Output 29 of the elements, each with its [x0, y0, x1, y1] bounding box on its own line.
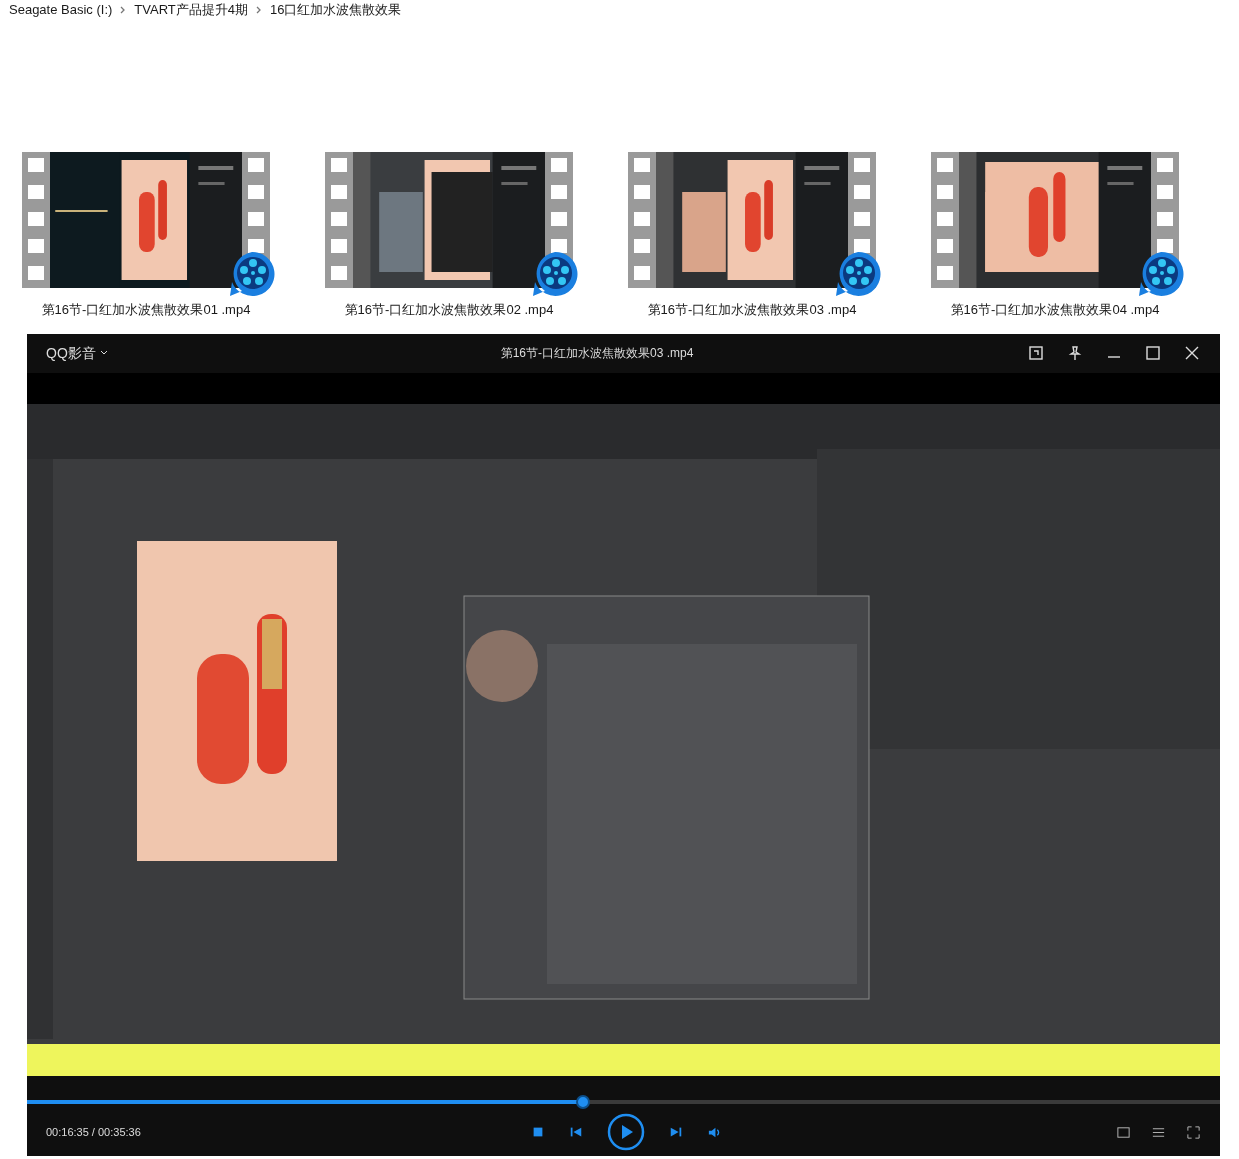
breadcrumb-item[interactable]: Seagate Basic (I:): [9, 0, 113, 20]
file-name[interactable]: 第16节-口红加水波焦散效果03 .mp4: [647, 300, 857, 320]
close-icon[interactable]: [1184, 345, 1200, 361]
play-button[interactable]: [607, 1113, 645, 1151]
maximize-icon[interactable]: [1145, 345, 1161, 361]
film-reel-icon: [228, 250, 276, 298]
stop-icon[interactable]: [531, 1125, 545, 1139]
screen-icon[interactable]: [1116, 1124, 1131, 1140]
app-menu[interactable]: QQ影音: [46, 342, 166, 364]
chevron-icon: [120, 6, 127, 14]
file-name[interactable]: 第16节-口红加水波焦散效果01 .mp4: [41, 300, 251, 320]
playback-time: 00:16:35 / 00:35:36: [46, 1124, 142, 1140]
file-name[interactable]: 第16节-口红加水波焦散效果02 .mp4: [344, 300, 554, 320]
film-reel-icon: [1137, 250, 1185, 298]
next-icon[interactable]: [669, 1125, 683, 1139]
chevron-icon: [256, 6, 262, 14]
previous-icon[interactable]: [569, 1125, 583, 1139]
progress-thumb[interactable]: [575, 1094, 590, 1109]
breadcrumb-item[interactable]: 16口红加水波焦散效果: [270, 0, 402, 20]
caret-icon: [99, 350, 108, 356]
pin-icon[interactable]: [1067, 345, 1083, 361]
file-name[interactable]: 第16节-口红加水波焦散效果04 .mp4: [950, 300, 1160, 320]
breadcrumb-item[interactable]: TVART产品提升4期: [134, 0, 248, 20]
film-reel-icon: [531, 250, 579, 298]
screenshot-icon[interactable]: [1028, 345, 1044, 361]
progress-track[interactable]: [27, 1094, 1220, 1109]
film-reel-icon: [834, 250, 882, 298]
window-title: 第16节-口红加水波焦散效果03 .mp4: [499, 345, 695, 362]
fullscreen-icon[interactable]: [1186, 1124, 1201, 1140]
